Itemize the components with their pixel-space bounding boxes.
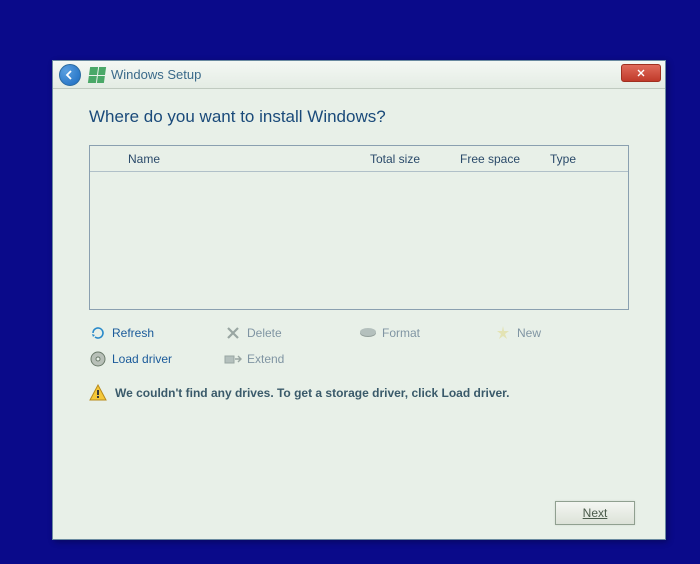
extend-icon bbox=[224, 350, 242, 368]
page-heading: Where do you want to install Windows? bbox=[89, 107, 629, 127]
next-button[interactable]: Next bbox=[555, 501, 635, 525]
dialog-footer: Next bbox=[555, 501, 635, 525]
refresh-label: Refresh bbox=[112, 326, 154, 340]
refresh-button[interactable]: Refresh bbox=[89, 320, 224, 346]
column-free-space: Free space bbox=[460, 152, 550, 166]
refresh-icon bbox=[89, 324, 107, 342]
window-title: Windows Setup bbox=[111, 67, 201, 82]
list-header: Name Total size Free space Type bbox=[90, 146, 628, 172]
warning-message: We couldn't find any drives. To get a st… bbox=[89, 384, 629, 402]
windows-setup-dialog: Windows Setup Where do you want to insta… bbox=[52, 60, 666, 540]
format-label: Format bbox=[382, 326, 420, 340]
delete-icon bbox=[224, 324, 242, 342]
warning-icon bbox=[89, 384, 107, 402]
new-icon bbox=[494, 324, 512, 342]
dialog-content: Where do you want to install Windows? Na… bbox=[53, 89, 665, 416]
column-total-size: Total size bbox=[370, 152, 460, 166]
disc-icon bbox=[89, 350, 107, 368]
delete-button[interactable]: Delete bbox=[224, 320, 359, 346]
back-button[interactable] bbox=[59, 64, 81, 86]
column-name: Name bbox=[128, 152, 370, 166]
drive-list[interactable]: Name Total size Free space Type bbox=[89, 145, 629, 310]
load-driver-button[interactable]: Load driver bbox=[89, 346, 224, 372]
toolbar: Refresh Delete Format bbox=[89, 310, 629, 372]
list-body bbox=[90, 172, 628, 309]
warning-text: We couldn't find any drives. To get a st… bbox=[115, 386, 510, 400]
close-icon bbox=[637, 69, 645, 77]
new-label: New bbox=[517, 326, 541, 340]
extend-label: Extend bbox=[247, 352, 284, 366]
format-button[interactable]: Format bbox=[359, 320, 494, 346]
close-button[interactable] bbox=[621, 64, 661, 82]
load-driver-label: Load driver bbox=[112, 352, 172, 366]
format-icon bbox=[359, 324, 377, 342]
extend-button[interactable]: Extend bbox=[224, 346, 359, 372]
arrow-left-icon bbox=[65, 70, 75, 80]
delete-label: Delete bbox=[247, 326, 282, 340]
column-type: Type bbox=[550, 152, 620, 166]
titlebar: Windows Setup bbox=[53, 61, 665, 89]
windows-logo-icon bbox=[88, 67, 106, 83]
new-button[interactable]: New bbox=[494, 320, 629, 346]
